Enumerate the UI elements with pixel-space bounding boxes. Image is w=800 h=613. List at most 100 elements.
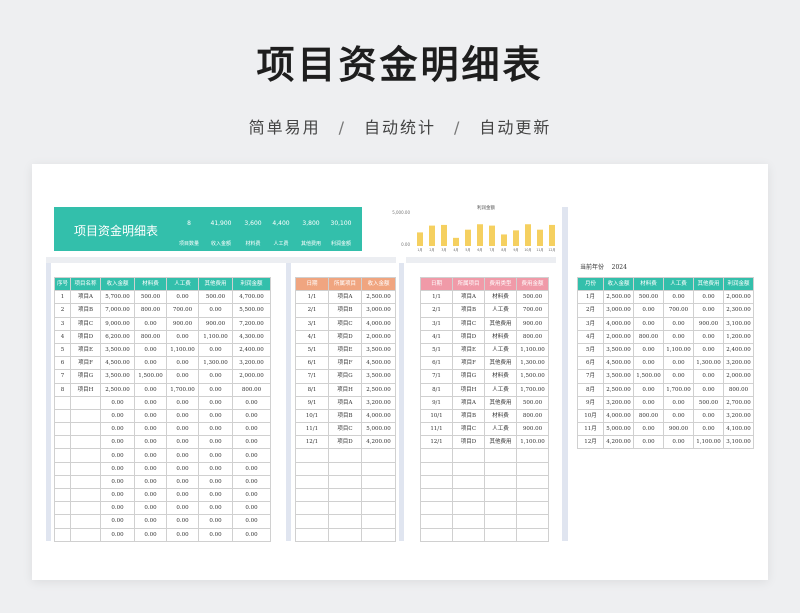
table-cell[interactable] — [516, 461, 549, 476]
table-cell[interactable] — [54, 435, 71, 450]
table-cell[interactable] — [361, 501, 396, 516]
table-cell[interactable]: 0.00 — [232, 474, 271, 490]
table-cell[interactable]: 1,100.00 — [663, 342, 694, 358]
table-cell[interactable]: 4,100.00 — [723, 422, 754, 437]
column-header[interactable]: 其他费用 — [198, 276, 233, 292]
table-cell[interactable]: 4,500.00 — [361, 356, 396, 371]
column-header[interactable]: 材料费 — [633, 276, 664, 292]
table-cell[interactable]: 0.00 — [134, 342, 167, 358]
table-cell[interactable]: 材料费 — [484, 290, 517, 305]
table-cell[interactable]: 0.00 — [134, 356, 167, 371]
table-cell[interactable]: 0.00 — [134, 382, 167, 397]
table-cell[interactable]: 项目C — [328, 316, 362, 331]
table-cell[interactable]: 项目C — [70, 316, 101, 331]
table-cell[interactable]: 0.00 — [100, 395, 135, 410]
table-cell[interactable]: 10/1 — [295, 408, 329, 424]
table-cell[interactable]: 0.00 — [232, 514, 271, 529]
table-cell[interactable] — [70, 487, 101, 503]
table-cell[interactable]: 0.00 — [166, 435, 199, 450]
table-cell[interactable]: 0.00 — [166, 474, 199, 490]
table-cell[interactable]: 900.00 — [663, 422, 694, 437]
table-cell[interactable]: 0.00 — [100, 487, 135, 503]
table-cell[interactable]: 0.00 — [633, 316, 664, 331]
table-cell[interactable] — [328, 487, 362, 503]
table-cell[interactable] — [516, 474, 549, 490]
table-cell[interactable]: 0.00 — [232, 408, 271, 424]
table-cell[interactable]: 0.00 — [232, 422, 271, 437]
table-cell[interactable]: 2,500.00 — [361, 290, 396, 305]
table-cell[interactable]: 0.00 — [198, 408, 233, 424]
table-cell[interactable] — [361, 448, 396, 463]
table-cell[interactable]: 材料费 — [484, 369, 517, 384]
table-cell[interactable]: 900.00 — [693, 316, 724, 331]
table-cell[interactable]: 0.00 — [134, 448, 167, 463]
table-cell[interactable]: 其他费用 — [484, 395, 517, 410]
table-cell[interactable]: 0.00 — [663, 395, 694, 410]
table-cell[interactable]: 0.00 — [232, 435, 271, 450]
table-cell[interactable]: 1/1 — [295, 290, 329, 305]
table-cell[interactable]: 0.00 — [633, 342, 664, 358]
table-cell[interactable]: 3,500.00 — [100, 369, 135, 384]
table-cell[interactable]: 项目A — [328, 290, 362, 305]
table-cell[interactable]: 0.00 — [693, 369, 724, 384]
table-cell[interactable]: 0.00 — [198, 422, 233, 437]
table-cell[interactable]: 3月 — [577, 316, 604, 331]
table-cell[interactable]: 800.00 — [232, 382, 271, 397]
table-cell[interactable] — [328, 474, 362, 490]
table-cell[interactable]: 0.00 — [166, 501, 199, 516]
table-cell[interactable]: 项目C — [328, 422, 362, 437]
table-cell[interactable] — [484, 461, 517, 476]
table-cell[interactable] — [484, 527, 517, 542]
table-cell[interactable]: 2/1 — [295, 303, 329, 318]
table-cell[interactable]: 12/1 — [420, 435, 453, 450]
table-cell[interactable]: 11/1 — [420, 422, 453, 437]
table-cell[interactable]: 900.00 — [198, 316, 233, 331]
table-cell[interactable]: 项目B — [328, 303, 362, 318]
column-header[interactable]: 日期 — [295, 276, 329, 292]
table-cell[interactable]: 1,100.00 — [516, 342, 549, 358]
table-cell[interactable]: 5,000.00 — [603, 422, 634, 437]
column-header[interactable]: 利润金额 — [723, 276, 754, 292]
table-cell[interactable]: 3,200.00 — [361, 395, 396, 410]
table-cell[interactable] — [420, 461, 453, 476]
table-cell[interactable]: 0.00 — [663, 290, 694, 305]
table-cell[interactable]: 2,400.00 — [723, 342, 754, 358]
table-cell[interactable]: 0.00 — [134, 461, 167, 476]
table-cell[interactable]: 材料费 — [484, 408, 517, 424]
table-cell[interactable]: 6/1 — [295, 356, 329, 371]
table-cell[interactable]: 4,200.00 — [603, 435, 634, 450]
table-cell[interactable]: 3,500.00 — [100, 342, 135, 358]
table-cell[interactable]: 9/1 — [295, 395, 329, 410]
table-cell[interactable]: 4 — [54, 329, 71, 344]
table-cell[interactable]: 1,700.00 — [516, 382, 549, 397]
table-cell[interactable] — [54, 461, 71, 476]
table-cell[interactable]: 2,500.00 — [603, 290, 634, 305]
table-cell[interactable]: 0.00 — [198, 514, 233, 529]
table-cell[interactable]: 3,100.00 — [723, 316, 754, 331]
table-cell[interactable] — [54, 501, 71, 516]
table-cell[interactable]: 3,500.00 — [361, 369, 396, 384]
column-header[interactable]: 序号 — [54, 276, 71, 292]
table-cell[interactable]: 项目F — [328, 356, 362, 371]
table-cell[interactable]: 其他费用 — [484, 356, 517, 371]
table-cell[interactable]: 4,300.00 — [232, 329, 271, 344]
table-cell[interactable]: 800.00 — [134, 329, 167, 344]
table-cell[interactable]: 500.00 — [134, 290, 167, 305]
table-cell[interactable] — [328, 461, 362, 476]
table-cell[interactable]: 9月 — [577, 395, 604, 410]
table-cell[interactable] — [54, 474, 71, 490]
table-cell[interactable]: 0.00 — [166, 356, 199, 371]
table-cell[interactable] — [54, 514, 71, 529]
table-cell[interactable]: 4,200.00 — [361, 435, 396, 450]
table-cell[interactable]: 3/1 — [420, 316, 453, 331]
table-cell[interactable]: 4,700.00 — [232, 290, 271, 305]
table-cell[interactable]: 项目A — [452, 395, 485, 410]
table-cell[interactable]: 0.00 — [100, 514, 135, 529]
column-header[interactable]: 收入金额 — [361, 276, 396, 292]
table-cell[interactable]: 0.00 — [166, 422, 199, 437]
table-cell[interactable]: 2,300.00 — [723, 303, 754, 318]
table-cell[interactable]: 5,700.00 — [100, 290, 135, 305]
table-cell[interactable]: 8月 — [577, 382, 604, 397]
table-cell[interactable] — [54, 408, 71, 424]
table-cell[interactable]: 项目D — [328, 435, 362, 450]
